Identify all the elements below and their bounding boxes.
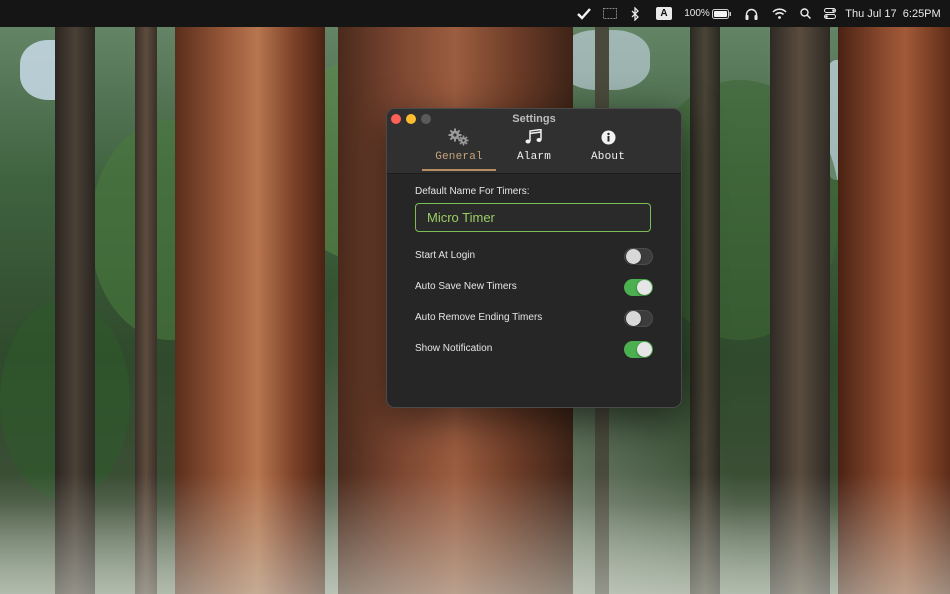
tab-alarm-label: Alarm — [516, 151, 551, 163]
setting-row-auto-save: Auto Save New Timers — [415, 279, 653, 297]
setting-row-show-notification: Show Notification — [415, 341, 653, 359]
menu-bar: A 100% Thu Jul 17 6:25PM — [0, 0, 950, 27]
headphones-icon[interactable] — [743, 0, 759, 27]
active-tab-indicator — [422, 169, 496, 171]
start-at-login-toggle[interactable] — [624, 248, 653, 265]
search-icon[interactable] — [798, 0, 812, 27]
default-name-label: Default Name For Timers: — [415, 186, 530, 197]
setting-label: Auto Remove Ending Timers — [415, 312, 543, 323]
menubar-clock[interactable]: Thu Jul 17 6:25PM — [845, 0, 941, 27]
tab-alarm[interactable]: Alarm — [504, 127, 564, 171]
tab-general-label: General — [435, 151, 483, 163]
info-icon — [601, 127, 616, 147]
auto-save-toggle[interactable] — [624, 279, 653, 296]
music-notes-icon — [525, 127, 543, 147]
battery-icon[interactable] — [711, 0, 733, 27]
tab-about-label: About — [590, 151, 625, 163]
tab-general[interactable]: General — [427, 127, 491, 171]
auto-remove-toggle[interactable] — [624, 310, 653, 327]
bluetooth-icon[interactable] — [628, 0, 642, 27]
setting-label: Start At Login — [415, 250, 476, 261]
input-source-label: A — [656, 7, 672, 20]
battery-percent: 100% — [684, 8, 710, 19]
checkmark-icon[interactable] — [575, 0, 593, 27]
setting-row-auto-remove: Auto Remove Ending Timers — [415, 310, 653, 328]
setting-label: Show Notification — [415, 343, 493, 354]
window-titlebar: Settings General Alarm About — [387, 109, 681, 174]
setting-label: Auto Save New Timers — [415, 281, 517, 292]
wifi-icon[interactable] — [770, 0, 788, 27]
window-title: Settings — [512, 113, 556, 125]
control-center-icon[interactable] — [822, 0, 838, 27]
default-name-input[interactable] — [415, 203, 651, 232]
input-source-icon[interactable]: A — [655, 0, 673, 27]
tab-about[interactable]: About — [577, 127, 639, 171]
show-notification-toggle[interactable] — [624, 341, 653, 358]
window-icon[interactable] — [601, 0, 619, 27]
gears-icon — [448, 127, 470, 147]
setting-row-start-at-login: Start At Login — [415, 248, 653, 266]
settings-window: Settings General Alarm About Default Nam… — [386, 108, 682, 408]
